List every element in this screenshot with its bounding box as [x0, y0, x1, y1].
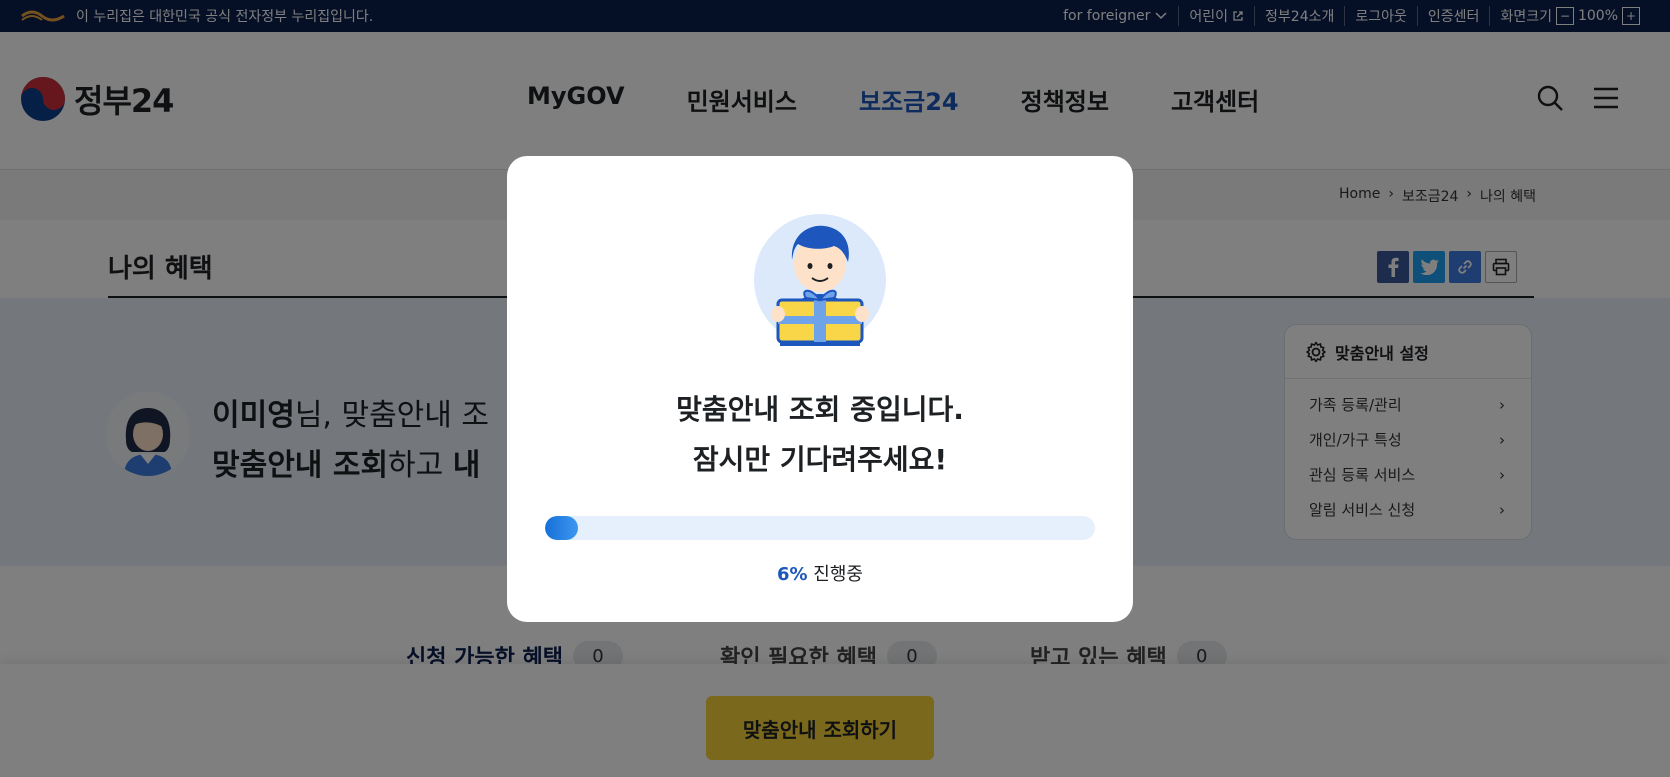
gift-mascot-icon: [754, 214, 886, 346]
modal-message-line-1: 맞춤안내 조회 중입니다.: [676, 393, 964, 426]
progress-status: 6% 진행중: [507, 560, 1133, 586]
modal-message-line-2: 잠시만 기다려주세요!: [692, 443, 948, 476]
progress-bar-fill: [545, 516, 578, 540]
progress-bar: [545, 516, 1095, 540]
loading-modal: 맞춤안내 조회 중입니다. 잠시만 기다려주세요! 6% 진행중: [507, 156, 1133, 622]
progress-percent: 6%: [777, 564, 808, 585]
progress-status-label: 진행중: [807, 564, 863, 585]
